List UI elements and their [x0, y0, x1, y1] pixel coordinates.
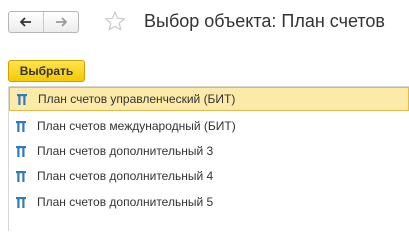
arrow-right-icon — [55, 17, 67, 27]
type-t-icon — [16, 145, 26, 157]
page-title: Выбор объекта: План счетов — [144, 11, 385, 31]
list-item-label: План счетов управленческий (БИТ) — [38, 92, 236, 106]
list-item[interactable]: План счетов дополнительный 4 — [9, 164, 409, 188]
list-item[interactable]: План счетов управленческий (БИТ) — [9, 87, 409, 111]
list-item-label: План счетов международный (БИТ) — [37, 119, 236, 133]
list-item[interactable]: План счетов международный (БИТ) — [9, 114, 409, 138]
forward-button[interactable] — [43, 12, 78, 32]
star-outline-icon[interactable] — [104, 10, 126, 32]
arrow-left-icon — [20, 17, 32, 27]
type-t-icon — [17, 93, 27, 105]
back-button[interactable] — [9, 12, 43, 32]
type-t-icon — [16, 170, 26, 182]
select-button[interactable]: Выбрать — [8, 60, 85, 82]
selection-window: Выбор объекта: План счетов Выбрать План … — [0, 0, 409, 231]
navigation-buttons — [8, 11, 79, 33]
list-item[interactable]: План счетов дополнительный 3 — [9, 139, 409, 163]
list-item-label: План счетов дополнительный 5 — [37, 195, 214, 209]
type-t-icon — [16, 196, 26, 208]
list-item[interactable]: План счетов дополнительный 5 — [9, 190, 409, 214]
chart-of-accounts-list: План счетов управленческий (БИТ) План сч… — [8, 86, 409, 231]
list-item-label: План счетов дополнительный 3 — [37, 144, 214, 158]
list-item-label: План счетов дополнительный 4 — [37, 169, 214, 183]
type-t-icon — [16, 120, 26, 132]
